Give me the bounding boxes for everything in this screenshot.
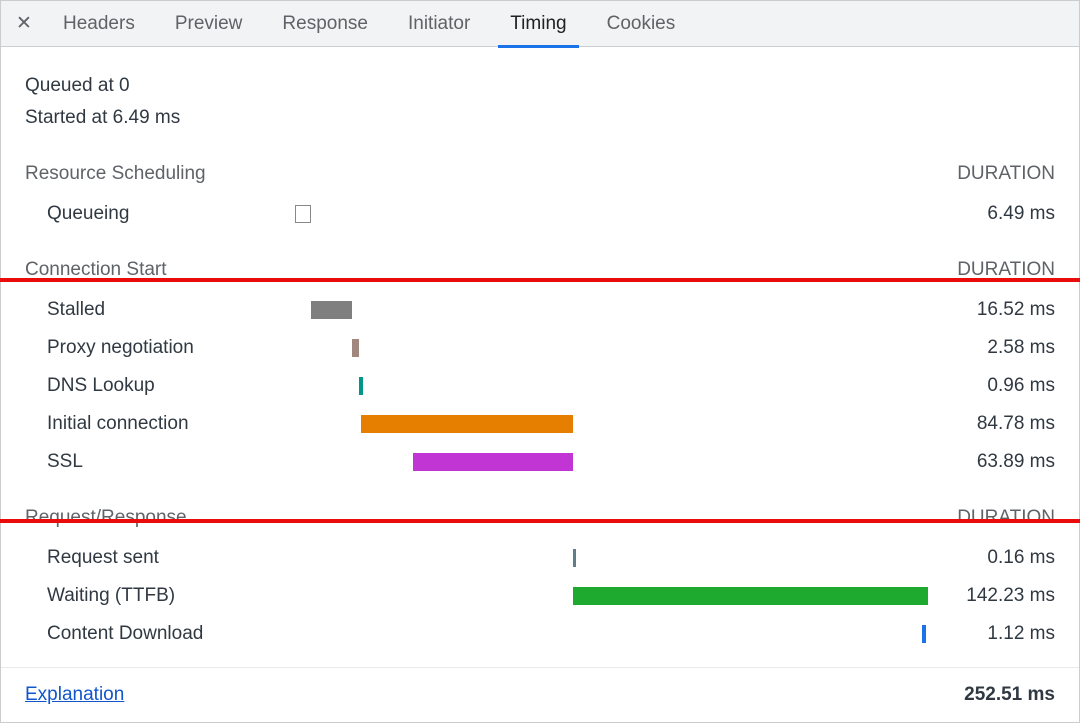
bar-stalled	[311, 301, 352, 319]
row-value: 63.89 ms	[925, 451, 1055, 473]
row-label: SSL	[25, 451, 295, 473]
row-value: 0.96 ms	[925, 375, 1055, 397]
section-title: Request/Response	[25, 507, 187, 529]
bar-content-cell	[295, 625, 925, 643]
bar-proxy	[352, 339, 358, 357]
close-icon[interactable]: ✕	[5, 12, 43, 35]
row-stalled: Stalled 16.52 ms	[25, 291, 1055, 329]
row-label: Stalled	[25, 299, 295, 321]
row-initial: Initial connection 84.78 ms	[25, 405, 1055, 443]
section-connection-start-head: Connection Start DURATION	[25, 259, 1055, 281]
tab-cookies[interactable]: Cookies	[587, 1, 696, 47]
row-value: 16.52 ms	[925, 299, 1055, 321]
tab-preview[interactable]: Preview	[155, 1, 263, 47]
bar-dns-cell	[295, 377, 925, 395]
row-proxy: Proxy negotiation 2.58 ms	[25, 329, 1055, 367]
row-label: Initial connection	[25, 413, 295, 435]
row-value: 84.78 ms	[925, 413, 1055, 435]
row-label: Waiting (TTFB)	[25, 585, 295, 607]
row-waiting: Waiting (TTFB) 142.23 ms	[25, 577, 1055, 615]
bar-ssl	[413, 453, 572, 471]
bar-sent	[573, 549, 576, 567]
bar-stalled-cell	[295, 301, 925, 319]
row-request-sent: Request sent 0.16 ms	[25, 539, 1055, 577]
row-value: 2.58 ms	[925, 337, 1055, 359]
row-label: DNS Lookup	[25, 375, 295, 397]
row-value: 142.23 ms	[925, 585, 1055, 607]
row-content-download: Content Download 1.12 ms	[25, 615, 1055, 653]
row-value: 6.49 ms	[925, 203, 1055, 225]
section-resource-scheduling-head: Resource Scheduling DURATION	[25, 163, 1055, 185]
bar-dns	[359, 377, 363, 395]
tab-timing[interactable]: Timing	[490, 1, 586, 47]
row-label: Proxy negotiation	[25, 337, 295, 359]
section-title: Resource Scheduling	[25, 163, 206, 185]
total-duration: 252.51 ms	[964, 684, 1055, 706]
bar-ssl-cell	[295, 453, 925, 471]
bar-waiting-cell	[295, 587, 925, 605]
started-at: Started at 6.49 ms	[25, 107, 1055, 129]
duration-header: DURATION	[957, 507, 1055, 529]
row-ssl: SSL 63.89 ms	[25, 443, 1055, 481]
bar-queueing	[295, 205, 311, 223]
bar-sent-cell	[295, 549, 925, 567]
row-value: 0.16 ms	[925, 547, 1055, 569]
bar-queueing-cell	[295, 205, 925, 223]
row-dns: DNS Lookup 0.96 ms	[25, 367, 1055, 405]
tab-headers[interactable]: Headers	[43, 1, 155, 47]
explanation-link[interactable]: Explanation	[25, 684, 124, 706]
row-value: 1.12 ms	[925, 623, 1055, 645]
bar-content	[922, 625, 926, 643]
tab-response[interactable]: Response	[262, 1, 388, 47]
tab-initiator[interactable]: Initiator	[388, 1, 490, 47]
row-label: Request sent	[25, 547, 295, 569]
bar-initial	[361, 415, 573, 433]
row-label: Content Download	[25, 623, 295, 645]
bar-proxy-cell	[295, 339, 925, 357]
row-queueing: Queueing 6.49 ms	[25, 195, 1055, 233]
queued-at: Queued at 0	[25, 75, 1055, 97]
section-request-response-head: Request/Response DURATION	[25, 507, 1055, 529]
bar-initial-cell	[295, 415, 925, 433]
row-label: Queueing	[25, 203, 295, 225]
tab-bar: ✕ Headers Preview Response Initiator Tim…	[1, 1, 1079, 47]
duration-header: DURATION	[957, 259, 1055, 281]
duration-header: DURATION	[957, 163, 1055, 185]
section-title: Connection Start	[25, 259, 167, 281]
bar-waiting	[573, 587, 928, 605]
